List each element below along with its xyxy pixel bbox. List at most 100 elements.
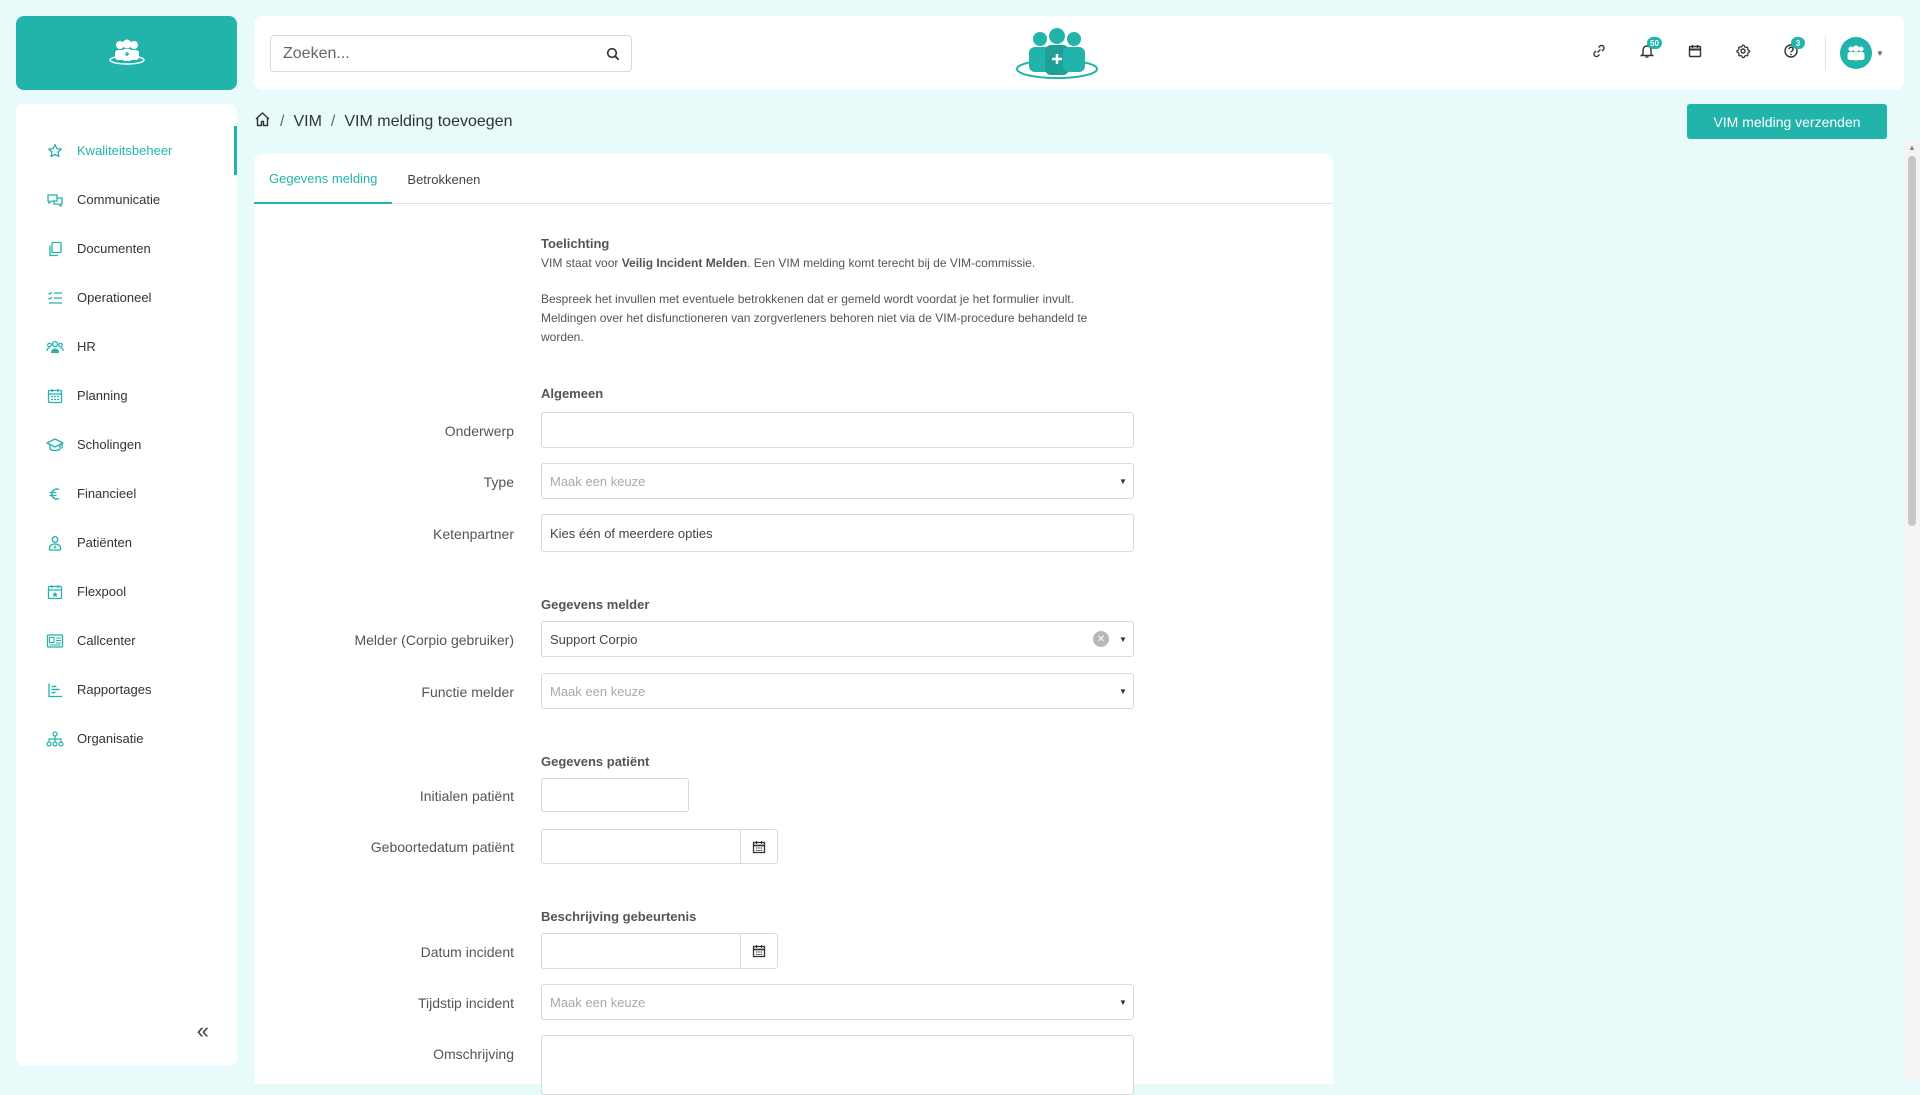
section-beschrijving: Beschrijving gebeurtenis bbox=[541, 909, 697, 924]
chevron-down-icon: ▼ bbox=[1119, 476, 1127, 486]
melder-select[interactable]: Support Corpio ✕ ▼ bbox=[541, 621, 1134, 657]
sidebar-item-scholingen[interactable]: Scholingen bbox=[16, 420, 237, 469]
search-input[interactable] bbox=[271, 36, 595, 71]
intro-paragraph-2: Bespreek het invullen met eventuele betr… bbox=[541, 292, 1088, 344]
breadcrumb-separator: / bbox=[330, 112, 336, 130]
documents-icon bbox=[45, 239, 65, 259]
brand-logo bbox=[1015, 26, 1099, 87]
home-icon[interactable] bbox=[254, 111, 271, 132]
breadcrumb-vim[interactable]: VIM bbox=[293, 113, 321, 131]
sidebar-item-label: Financieel bbox=[77, 486, 137, 501]
calendar-button[interactable] bbox=[1671, 33, 1719, 73]
intro-text: VIM staat voor Veilig Incident Melden. E… bbox=[541, 254, 1101, 273]
sidebar-item-financieel[interactable]: Financieel bbox=[16, 469, 237, 518]
geboortedatum-field bbox=[541, 829, 778, 864]
patient-icon bbox=[45, 533, 65, 553]
tab-gegevens-melding[interactable]: Gegevens melding bbox=[254, 154, 393, 204]
chat-icon bbox=[45, 190, 65, 210]
chevron-down-icon: ▼ bbox=[1119, 634, 1127, 644]
chevron-down-icon: ▼ bbox=[1119, 686, 1127, 696]
ketenpartner-multiselect[interactable]: Kies één of meerdere opties bbox=[541, 514, 1134, 552]
sidebar-item-flexpool[interactable]: Flexpool bbox=[16, 567, 237, 616]
breadcrumb: / VIM / VIM melding toevoegen bbox=[254, 111, 512, 132]
page-scrollbar[interactable]: ▲ bbox=[1904, 140, 1920, 1080]
sidebar-item-label: HR bbox=[77, 339, 96, 354]
tab-betrokkenen[interactable]: Betrokkenen bbox=[392, 154, 495, 204]
link-icon bbox=[1591, 43, 1607, 64]
onderwerp-input[interactable] bbox=[542, 413, 1133, 447]
functie-placeholder: Maak een keuze bbox=[550, 683, 646, 699]
collapse-sidebar-button[interactable]: « bbox=[197, 1018, 209, 1044]
header-divider bbox=[1825, 36, 1826, 70]
sidebar-item-patienten[interactable]: Patiënten bbox=[16, 518, 237, 567]
submit-vim-button[interactable]: VIM melding verzenden bbox=[1687, 104, 1887, 139]
label-geboortedatum: Geboortedatum patiënt bbox=[370, 839, 514, 855]
section-algemeen: Algemeen bbox=[541, 386, 604, 401]
geboortedatum-input[interactable] bbox=[542, 830, 741, 863]
settings-button[interactable] bbox=[1719, 33, 1767, 73]
chevron-down-icon: ▼ bbox=[1876, 48, 1884, 58]
datum-incident-field bbox=[541, 933, 778, 969]
breadcrumb-separator: / bbox=[280, 112, 285, 130]
tab-bar: Gegevens melding Betrokkenen bbox=[254, 154, 1333, 204]
sidebar-item-label: Callcenter bbox=[77, 633, 136, 648]
sidebar-item-label: Flexpool bbox=[77, 584, 127, 599]
help-badge: 3 bbox=[1791, 37, 1805, 49]
clear-icon[interactable]: ✕ bbox=[1093, 631, 1109, 647]
type-select[interactable]: Maak een keuze ▼ bbox=[541, 463, 1134, 499]
sidebar-item-kwaliteitsbeheer[interactable]: Kwaliteitsbeheer bbox=[16, 126, 237, 175]
sidebar-item-operationeel[interactable]: Operationeel bbox=[16, 273, 237, 322]
app-logo-tile[interactable] bbox=[16, 16, 237, 90]
datepicker-button[interactable] bbox=[740, 934, 777, 968]
header-actions: 50 3 ▼ bbox=[1575, 16, 1888, 90]
section-gegevens-melder: Gegevens melder bbox=[541, 597, 650, 612]
omschrijving-textarea[interactable] bbox=[542, 1036, 1133, 1094]
search-box bbox=[270, 35, 632, 72]
sidebar-item-label: Planning bbox=[77, 388, 128, 403]
calendar-icon bbox=[752, 840, 766, 853]
team-logo-icon bbox=[108, 39, 145, 65]
label-onderwerp: Onderwerp bbox=[444, 423, 514, 439]
links-button[interactable] bbox=[1575, 33, 1623, 73]
user-menu[interactable]: ▼ bbox=[1836, 33, 1888, 73]
contact-card-icon bbox=[45, 631, 65, 651]
form-card: Gegevens melding Betrokkenen Toelichting… bbox=[254, 154, 1333, 1095]
notifications-button[interactable]: 50 bbox=[1623, 33, 1671, 73]
functie-melder-select[interactable]: Maak een keuze ▼ bbox=[541, 673, 1134, 709]
sidebar-item-callcenter[interactable]: Callcenter bbox=[16, 616, 237, 665]
sidebar-item-hr[interactable]: HR bbox=[16, 322, 237, 371]
sidebar-item-planning[interactable]: Planning bbox=[16, 371, 237, 420]
help-button[interactable]: 3 bbox=[1767, 33, 1815, 73]
calendar-icon bbox=[752, 945, 766, 958]
sidebar-item-documenten[interactable]: Documenten bbox=[16, 224, 237, 273]
scrollbar-thumb[interactable] bbox=[1908, 156, 1916, 526]
calendar-icon bbox=[45, 386, 65, 406]
label-ketenpartner: Ketenpartner bbox=[433, 526, 514, 542]
section-gegevens-patient: Gegevens patiënt bbox=[541, 754, 650, 769]
sidebar-item-label: Documenten bbox=[77, 241, 151, 256]
sidebar: Kwaliteitsbeheer Communicatie Documenten… bbox=[16, 104, 237, 1066]
sidebar-item-rapportages[interactable]: Rapportages bbox=[16, 665, 237, 714]
avatar bbox=[1840, 37, 1873, 69]
intro-prefix: VIM staat voor bbox=[541, 256, 622, 270]
search-icon[interactable] bbox=[595, 47, 631, 61]
gear-icon bbox=[1735, 43, 1751, 64]
sidebar-item-label: Kwaliteitsbeheer bbox=[77, 143, 173, 158]
calendar-icon bbox=[1688, 44, 1702, 63]
people-icon bbox=[45, 337, 65, 357]
star-icon bbox=[45, 141, 65, 161]
sidebar-item-organisatie[interactable]: Organisatie bbox=[16, 714, 237, 763]
melder-value: Support Corpio bbox=[550, 631, 638, 647]
sidebar-item-communicatie[interactable]: Communicatie bbox=[16, 175, 237, 224]
datum-incident-input[interactable] bbox=[542, 934, 741, 968]
datepicker-button[interactable] bbox=[740, 830, 777, 863]
tijdstip-incident-select[interactable]: Maak een keuze ▼ bbox=[541, 984, 1134, 1020]
sidebar-item-label: Rapportages bbox=[77, 682, 152, 697]
ketenpartner-placeholder: Kies één of meerdere opties bbox=[550, 525, 713, 541]
checklist-icon bbox=[45, 288, 65, 308]
label-initialen: Initialen patiënt bbox=[419, 788, 514, 804]
initialen-input[interactable] bbox=[542, 779, 688, 811]
scroll-up-icon[interactable]: ▲ bbox=[1904, 143, 1920, 152]
label-type: Type bbox=[483, 474, 514, 490]
bar-chart-icon bbox=[45, 680, 65, 700]
